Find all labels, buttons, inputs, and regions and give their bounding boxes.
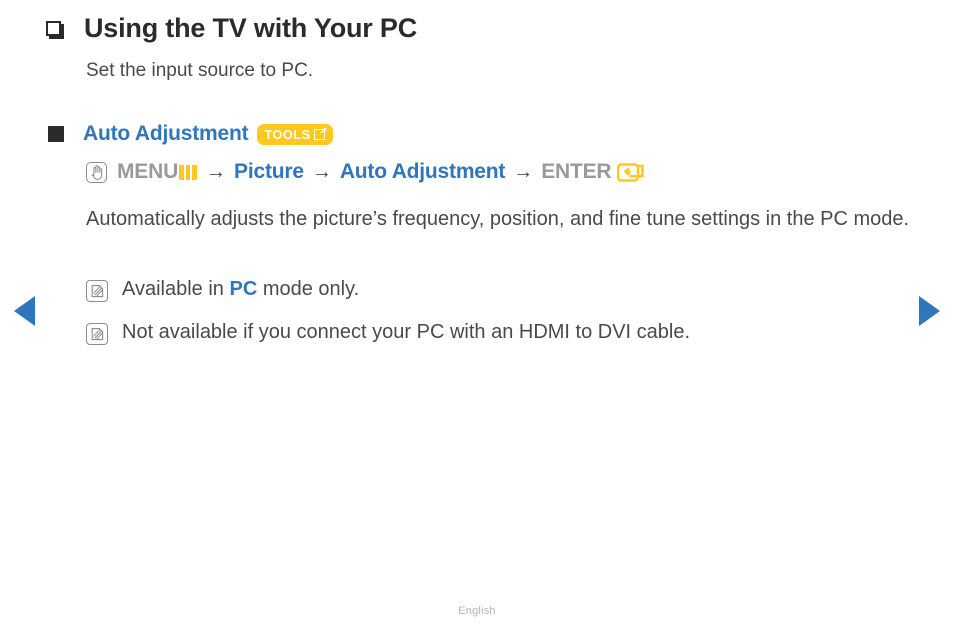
tools-shortcut-icon [313,127,327,141]
menu-label: MENU [117,160,179,183]
note-item: Not available if you connect your PC wit… [86,320,690,345]
path-step-picture[interactable]: Picture [234,160,304,184]
hollow-square-bullet-icon [46,21,64,39]
tools-badge[interactable]: TOOLS [257,123,334,145]
path-separator-arrow-3: → [513,160,534,183]
note-text-highlight: PC [229,278,258,300]
note-item: Available in PC mode only. [86,277,359,302]
note-text: Available in PC mode only. [122,277,359,302]
path-separator-arrow-2: → [311,160,332,183]
next-page-arrow-icon[interactable] [919,296,940,326]
menu-path: MENU → Picture → Auto Adjustment → ENTER [86,160,645,184]
page-footer-language: English [458,605,496,617]
path-step-auto-adjustment[interactable]: Auto Adjustment [340,160,506,184]
note-text: Not available if you connect your PC wit… [122,320,690,345]
manual-page: Using the TV with Your PC Set the input … [0,0,954,624]
section-title: Auto Adjustment [83,122,249,145]
path-separator-arrow-1: → [206,160,227,183]
page-title-row: Using the TV with Your PC [46,13,418,44]
hand-press-icon [86,161,107,183]
note-text-suffix: mode only. [257,278,360,300]
enter-label: ENTER [541,160,612,183]
section-paragraph: Automatically adjusts the picture’s freq… [86,208,910,230]
previous-page-arrow-icon[interactable] [14,296,35,326]
solid-square-bullet-icon [48,126,64,142]
page-title: Using the TV with Your PC [84,13,418,43]
note-text-prefix: Available in [122,278,230,300]
menu-bars-icon [179,164,198,180]
section-title-row: Auto Adjustment TOOLS [48,122,334,146]
note-text-prefix: Not available if you connect your PC wit… [122,321,691,343]
note-pencil-icon [86,280,108,302]
page-subtitle: Set the input source to PC. [86,60,314,81]
note-pencil-icon [86,323,108,345]
enter-key-icon [617,162,645,183]
tools-badge-label: TOOLS [264,126,311,142]
